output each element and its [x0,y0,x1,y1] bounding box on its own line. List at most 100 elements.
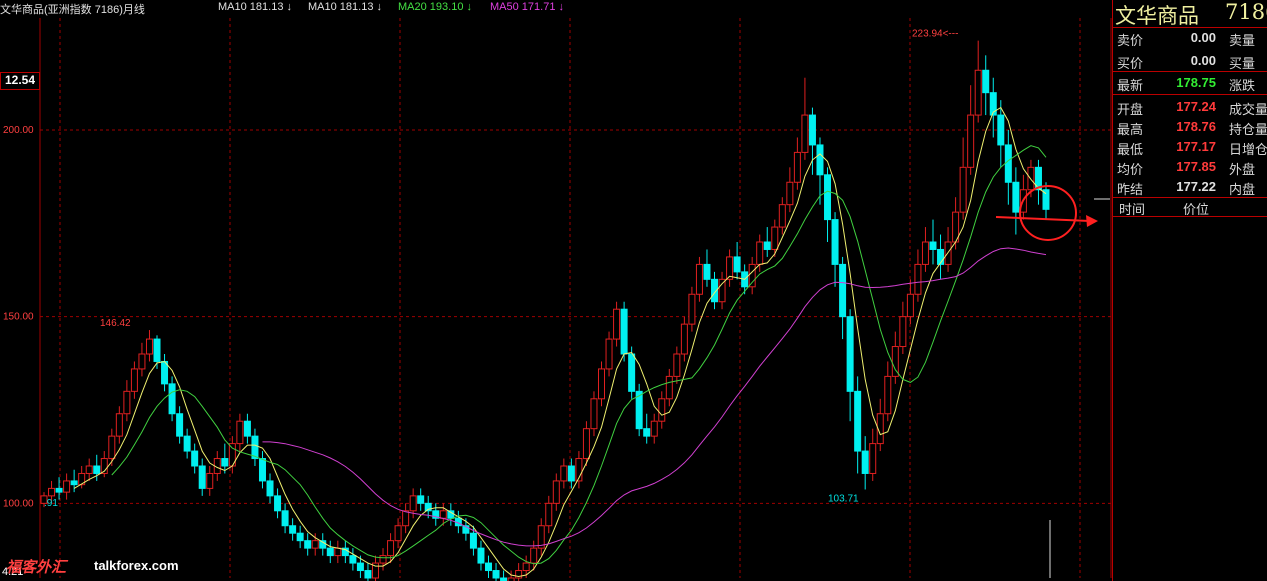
candle-body [590,398,598,430]
candle-body [808,114,816,146]
candle-body [688,293,696,325]
row-label-right: 卖量 [1229,33,1256,48]
row-low: 最低 177.17 日增仓 [1113,137,1267,157]
candle-body [198,465,206,489]
candle-body [831,219,839,265]
candle-body [545,502,553,527]
row-label-right: 内盘 [1229,182,1256,197]
quote-name: 文华商品 [1115,4,1199,28]
candle-body [183,435,191,452]
candle-body [394,525,402,542]
price-annotation: 103.71 [828,493,859,504]
candle-body [567,465,575,482]
candle-body [138,353,146,370]
row-label-right: 日增仓 [1229,142,1267,157]
candle-body [311,540,319,549]
candle-body [153,338,161,362]
candle-body [582,428,590,460]
row-value: 178.75 [1176,75,1216,90]
row-label: 最高 [1117,122,1144,137]
candle-body [176,413,184,437]
candle-body [326,547,334,557]
candle-body [824,174,832,221]
candle-body [899,316,907,348]
candle-body [643,428,651,437]
candle-body [349,555,357,564]
candle-body [552,480,560,504]
candle-body [492,570,500,579]
candle-body [123,390,131,415]
candle-body [967,114,975,168]
candle-body [598,368,606,400]
candle-body [959,166,967,213]
panel-divider [1113,94,1267,95]
candle-body [914,263,922,295]
candle-body [55,487,63,493]
candle-body [906,293,914,318]
candle-body [108,435,116,460]
ma-line-long [262,247,1047,547]
candle-body [168,383,176,415]
candle-body [439,510,447,519]
candlestick-chart[interactable]: 200.00 150.00 100.00 146.42 223.94<--- 103.71… [0,0,1112,581]
row-value: 177.24 [1176,99,1216,114]
row-value: 0.00 [1190,30,1216,45]
candle-body [921,241,929,265]
quote-title: 文华商品 7186 [1115,0,1267,28]
candle-body [658,398,666,422]
candle-body [665,375,673,400]
candle-body [356,562,364,572]
candle-body [997,114,1005,146]
candle-body [289,525,297,534]
candle-body [816,144,824,176]
ma-legend-2: MA10 181.13 ↓ [308,1,382,13]
candle-body [191,450,199,467]
row-value: 0.00 [1190,53,1216,68]
candle-body [130,368,138,392]
candle-body [63,480,71,493]
candle-body [613,308,621,340]
candle-body [484,562,492,572]
candle-body [85,465,93,474]
candle-body [469,532,477,549]
candle-body [364,570,372,579]
row-label: 买价 [1117,56,1144,71]
candle-body [763,241,771,250]
row-value: 177.85 [1176,159,1216,174]
row-value: 177.22 [1176,179,1216,194]
candle-body [296,532,304,542]
price-annotation: 146.42 [100,318,131,329]
ma-legend-3: MA20 193.10 ↓ [398,1,472,13]
row-bid: 买价 0.00 买量 [1113,51,1267,71]
candle-body [274,495,282,512]
y-tick-label: 100.00 [3,498,34,509]
candle-body [304,540,312,549]
row-label: 开盘 [1117,102,1144,117]
candle-body [251,435,259,460]
candle-body [703,263,711,280]
candle-body [974,69,982,116]
panel-divider [1113,216,1267,217]
watermark-domain: talkforex.com [94,558,179,573]
candle-body [477,547,485,564]
candle-body [221,458,229,467]
candle-body [846,316,854,392]
candle-body [115,413,123,437]
ma-line-mid [111,145,1047,565]
candle-body [733,256,741,273]
candle-body [854,390,862,452]
candle-body [1004,144,1012,183]
candle-body [695,263,703,295]
candle-body [161,360,169,385]
candle-body [334,547,342,557]
candle-body [387,540,395,557]
row-average: 均价 177.85 外盘 [1113,157,1267,177]
candle-body [1012,181,1020,213]
row-label-right: 持仓量 [1229,122,1267,137]
candle-body [243,420,251,437]
row-label: 最低 [1117,142,1144,157]
quote-code: 7186 [1225,0,1267,24]
candle-body [884,375,892,415]
candle-body [379,555,387,564]
candle-body [48,487,56,497]
